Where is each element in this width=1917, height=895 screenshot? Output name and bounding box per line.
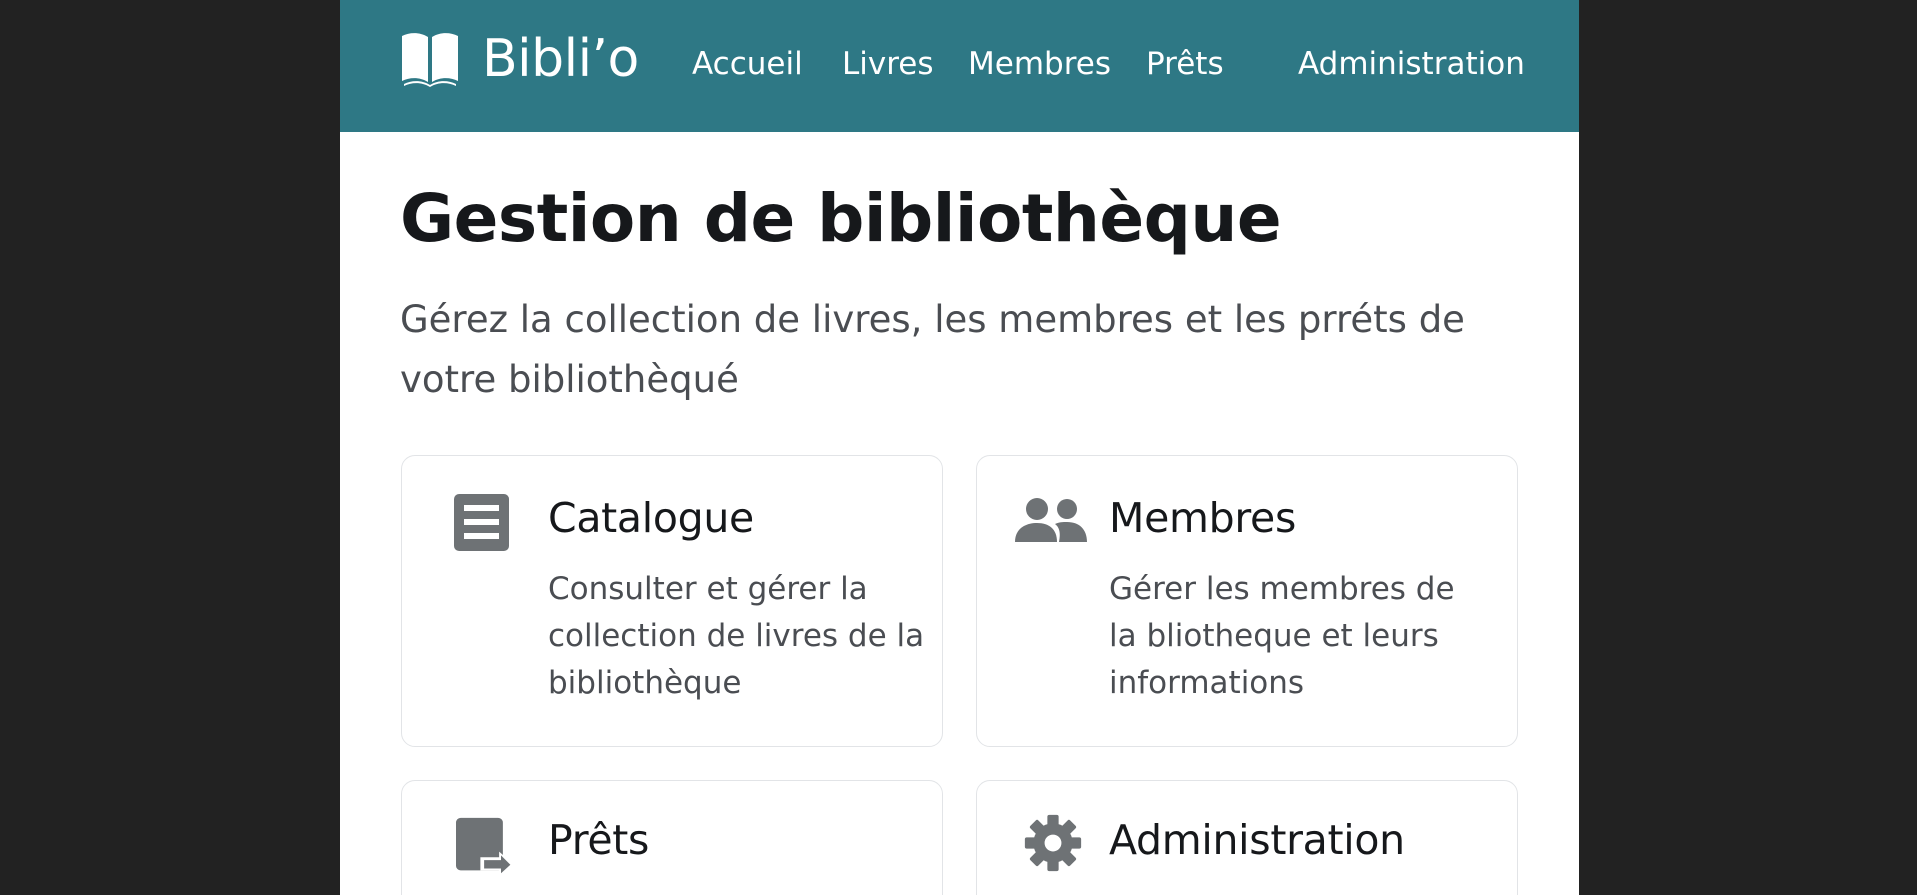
card-catalogue[interactable]: Catalogue Consulter et gérer la collecti… <box>401 455 943 747</box>
card-title: Prêts <box>548 816 650 864</box>
book-logo-icon <box>402 33 458 87</box>
nav-administration[interactable]: Administration <box>1298 44 1525 84</box>
card-description: Gérer les membres de la bliotheque et le… <box>1109 571 1455 701</box>
brand-name: Bibli’o <box>482 29 639 89</box>
card-description: Consulter et gérer la collection de livr… <box>548 571 925 701</box>
card-membres[interactable]: Membres Gérer les membres de la bliotheq… <box>976 455 1518 747</box>
gear-icon <box>1024 814 1082 872</box>
page-title: Gestion de bibliothèque <box>400 180 1282 257</box>
card-title: Administration <box>1109 816 1405 864</box>
nav-membres[interactable]: Membres <box>968 44 1111 84</box>
card-title: Membres <box>1109 494 1297 542</box>
card-prets[interactable]: Prêts <box>401 780 943 895</box>
top-navbar: Bibli’o Accueil Livres Membres Prêts Adm… <box>340 0 1579 132</box>
nav-livres[interactable]: Livres <box>842 44 934 84</box>
catalogue-icon <box>454 494 509 551</box>
nav-accueil[interactable]: Accueil <box>692 44 803 84</box>
brand[interactable]: Bibli’o <box>400 30 639 88</box>
members-icon <box>1015 498 1087 542</box>
nav-prets[interactable]: Prêts <box>1146 44 1224 84</box>
app-window: Bibli’o Accueil Livres Membres Prêts Adm… <box>340 0 1579 895</box>
loans-icon <box>456 817 515 876</box>
card-administration[interactable]: Administration <box>976 780 1518 895</box>
page-subtitle: Gérez la collection de livres, les membr… <box>400 298 1465 401</box>
card-title: Catalogue <box>548 494 754 542</box>
